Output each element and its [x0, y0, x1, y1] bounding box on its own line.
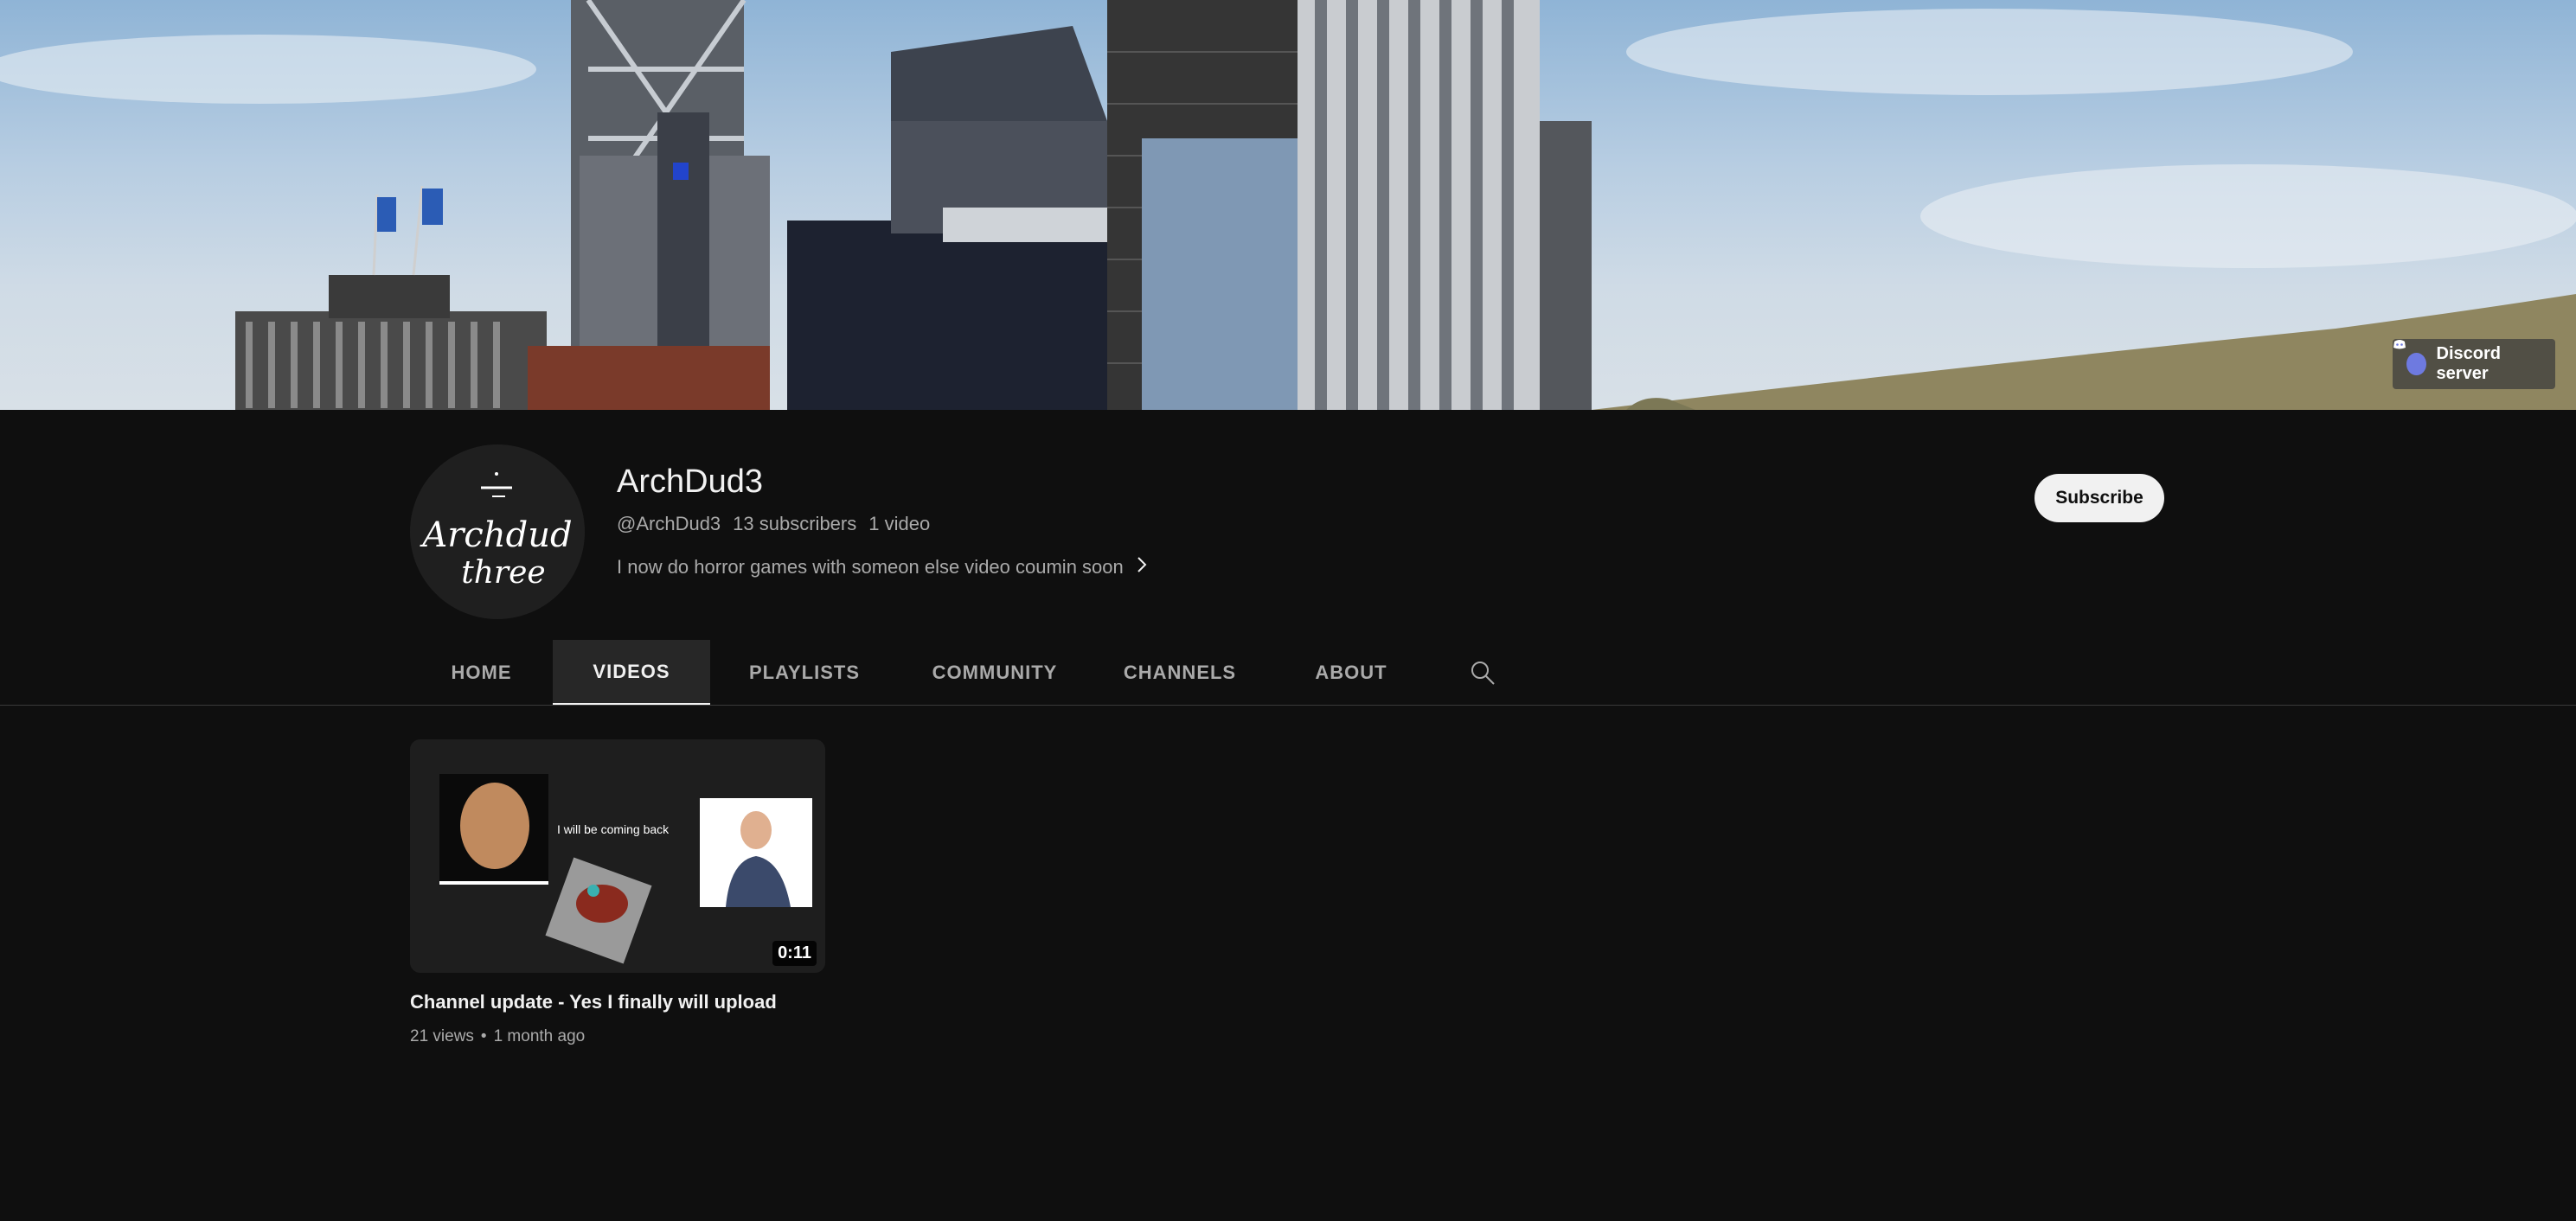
- video-count: 1 video: [868, 513, 931, 534]
- subscriber-count: 13 subscribers: [733, 513, 857, 534]
- meta-separator: •: [480, 1027, 487, 1045]
- tab-videos[interactable]: VIDEOS: [553, 640, 710, 706]
- channel-avatar[interactable]: Archdud three: [410, 444, 585, 619]
- discord-icon: [2393, 340, 2426, 375]
- tab-community[interactable]: COMMUNITY: [899, 640, 1091, 706]
- video-title[interactable]: Channel update - Yes I finally will uplo…: [410, 991, 777, 1013]
- search-icon[interactable]: [1433, 640, 1532, 706]
- video-duration: 0:11: [772, 941, 817, 966]
- video-age: 1 month ago: [493, 1027, 586, 1045]
- discord-server-label: Discord server: [2436, 344, 2502, 383]
- video-views: 21 views: [410, 1027, 474, 1045]
- tabs-divider: [0, 705, 2576, 706]
- banner-image: [0, 0, 2576, 410]
- tab-about[interactable]: ABOUT: [1269, 640, 1433, 706]
- avatar-text-line2: three: [461, 555, 545, 591]
- video-thumbnail[interactable]: I will be coming back 0:11: [410, 739, 825, 973]
- tab-playlists[interactable]: PLAYLISTS: [710, 640, 899, 706]
- subscribe-button[interactable]: Subscribe: [2035, 474, 2164, 522]
- channel-name: ArchDud3: [617, 463, 763, 500]
- thumbnail-caption: I will be coming back: [557, 822, 670, 836]
- channel-description-text: I now do horror games with someon else v…: [617, 556, 1124, 578]
- avatar-text-line1: Archdud: [419, 515, 572, 555]
- chevron-right-icon: [1136, 555, 1148, 579]
- channel-banner: Discord server: [0, 0, 2576, 410]
- channel-description[interactable]: I now do horror games with someon else v…: [617, 555, 1148, 579]
- tab-channels[interactable]: CHANNELS: [1091, 640, 1269, 706]
- tab-home[interactable]: HOME: [410, 640, 553, 706]
- channel-tabs: HOME VIDEOS PLAYLISTS COMMUNITY CHANNELS…: [410, 640, 1532, 706]
- discord-server-link[interactable]: Discord server: [2393, 339, 2555, 389]
- thumbnail-image: [410, 739, 825, 973]
- channel-handle: @ArchDud3: [617, 513, 721, 534]
- avatar-image: Archdud three: [410, 444, 585, 619]
- video-meta: 21 views • 1 month ago: [410, 1027, 585, 1046]
- channel-meta: @ArchDud3 13 subscribers 1 video: [617, 513, 930, 535]
